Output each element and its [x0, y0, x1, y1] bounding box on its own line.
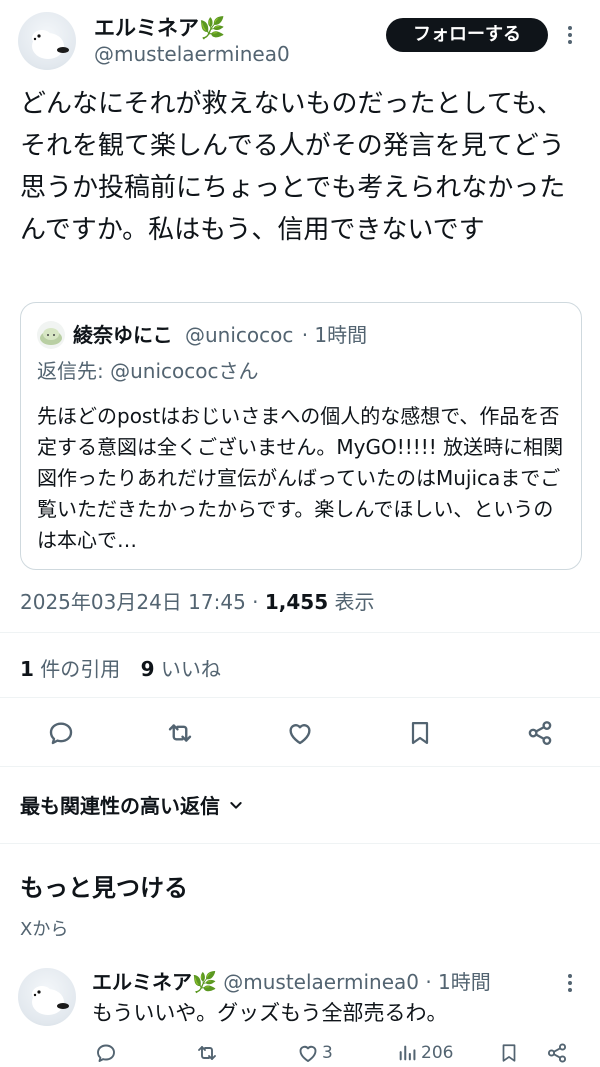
discover-title: もっと見つける [20, 874, 188, 902]
reply-author-avatar[interactable] [18, 968, 76, 1026]
quotes-count[interactable]: 1 [20, 657, 34, 681]
reply-bookmark-icon[interactable] [498, 1041, 520, 1065]
follow-button[interactable]: フォローする [386, 18, 548, 52]
share-icon[interactable] [525, 718, 555, 748]
author-avatar[interactable] [18, 12, 76, 70]
quoted-post[interactable]: 綾奈ゆにこ @unicococ · 1時間 返信先: @unicococさん 先… [20, 302, 582, 570]
reply-share-icon[interactable] [545, 1041, 569, 1065]
like-icon[interactable] [285, 718, 315, 748]
likes-label[interactable]: いいね [161, 657, 221, 681]
divider [0, 697, 600, 698]
author-name[interactable]: エルミネア🌿 [94, 12, 225, 42]
retweet-icon[interactable] [164, 718, 196, 748]
post-text: どんなにそれが救えないものだったとしても、それを観て楽しんでる人がその発言を見て… [20, 89, 566, 245]
quotes-label[interactable]: 件の引用 [40, 657, 120, 681]
views-label: 表示 [334, 590, 375, 614]
bookmark-icon[interactable] [406, 718, 434, 748]
reply-more-options-icon[interactable] [560, 968, 580, 998]
reply-sort-dropdown[interactable]: 最も関連性の高い返信 [20, 790, 244, 819]
views-count: 1,455 [264, 590, 329, 614]
reply-author-handle[interactable]: @mustelaerminea0 [223, 970, 419, 994]
quote-author-handle[interactable]: @unicococ [185, 323, 293, 347]
author-handle[interactable]: @mustelaerminea0 [94, 42, 290, 66]
reply-like-button[interactable]: 3 [296, 1041, 333, 1065]
reply-sort-label: 最も関連性の高い返信 [20, 794, 220, 818]
quote-avatar [37, 321, 65, 349]
divider [0, 843, 600, 844]
reply-views-button[interactable]: 206 [396, 1041, 453, 1065]
likes-count[interactable]: 9 [141, 657, 155, 681]
reply-retweet-icon[interactable] [194, 1041, 220, 1065]
reply-views-count: 206 [421, 1043, 454, 1063]
reply-like-count: 3 [322, 1043, 333, 1063]
quote-author-name[interactable]: 綾奈ゆにこ [73, 323, 173, 347]
quote-time: · 1時間 [301, 323, 368, 347]
views-icon [399, 1045, 416, 1061]
reply-icon[interactable] [46, 718, 76, 748]
reply-time: · 1時間 [425, 970, 491, 994]
post-timestamp[interactable]: 2025年03月24日 17:45 · [20, 590, 259, 614]
reply-reply-icon[interactable] [94, 1041, 118, 1065]
reply-like-icon [299, 1045, 317, 1062]
divider [0, 632, 600, 633]
divider [0, 766, 600, 767]
quote-reply-to[interactable]: 返信先: @unicococさん [37, 355, 258, 384]
quote-text: 先ほどのpostはおじいさまへの個人的な感想で、作品を否定する意図は全くございま… [37, 404, 564, 552]
more-options-icon[interactable] [560, 20, 580, 50]
reply-text: もういいや。グッズもう全部売るわ。 [92, 1001, 448, 1025]
chevron-down-icon [230, 801, 242, 809]
discover-source: Xから [20, 919, 69, 940]
reply-author-name[interactable]: エルミネア🌿 [92, 970, 217, 994]
